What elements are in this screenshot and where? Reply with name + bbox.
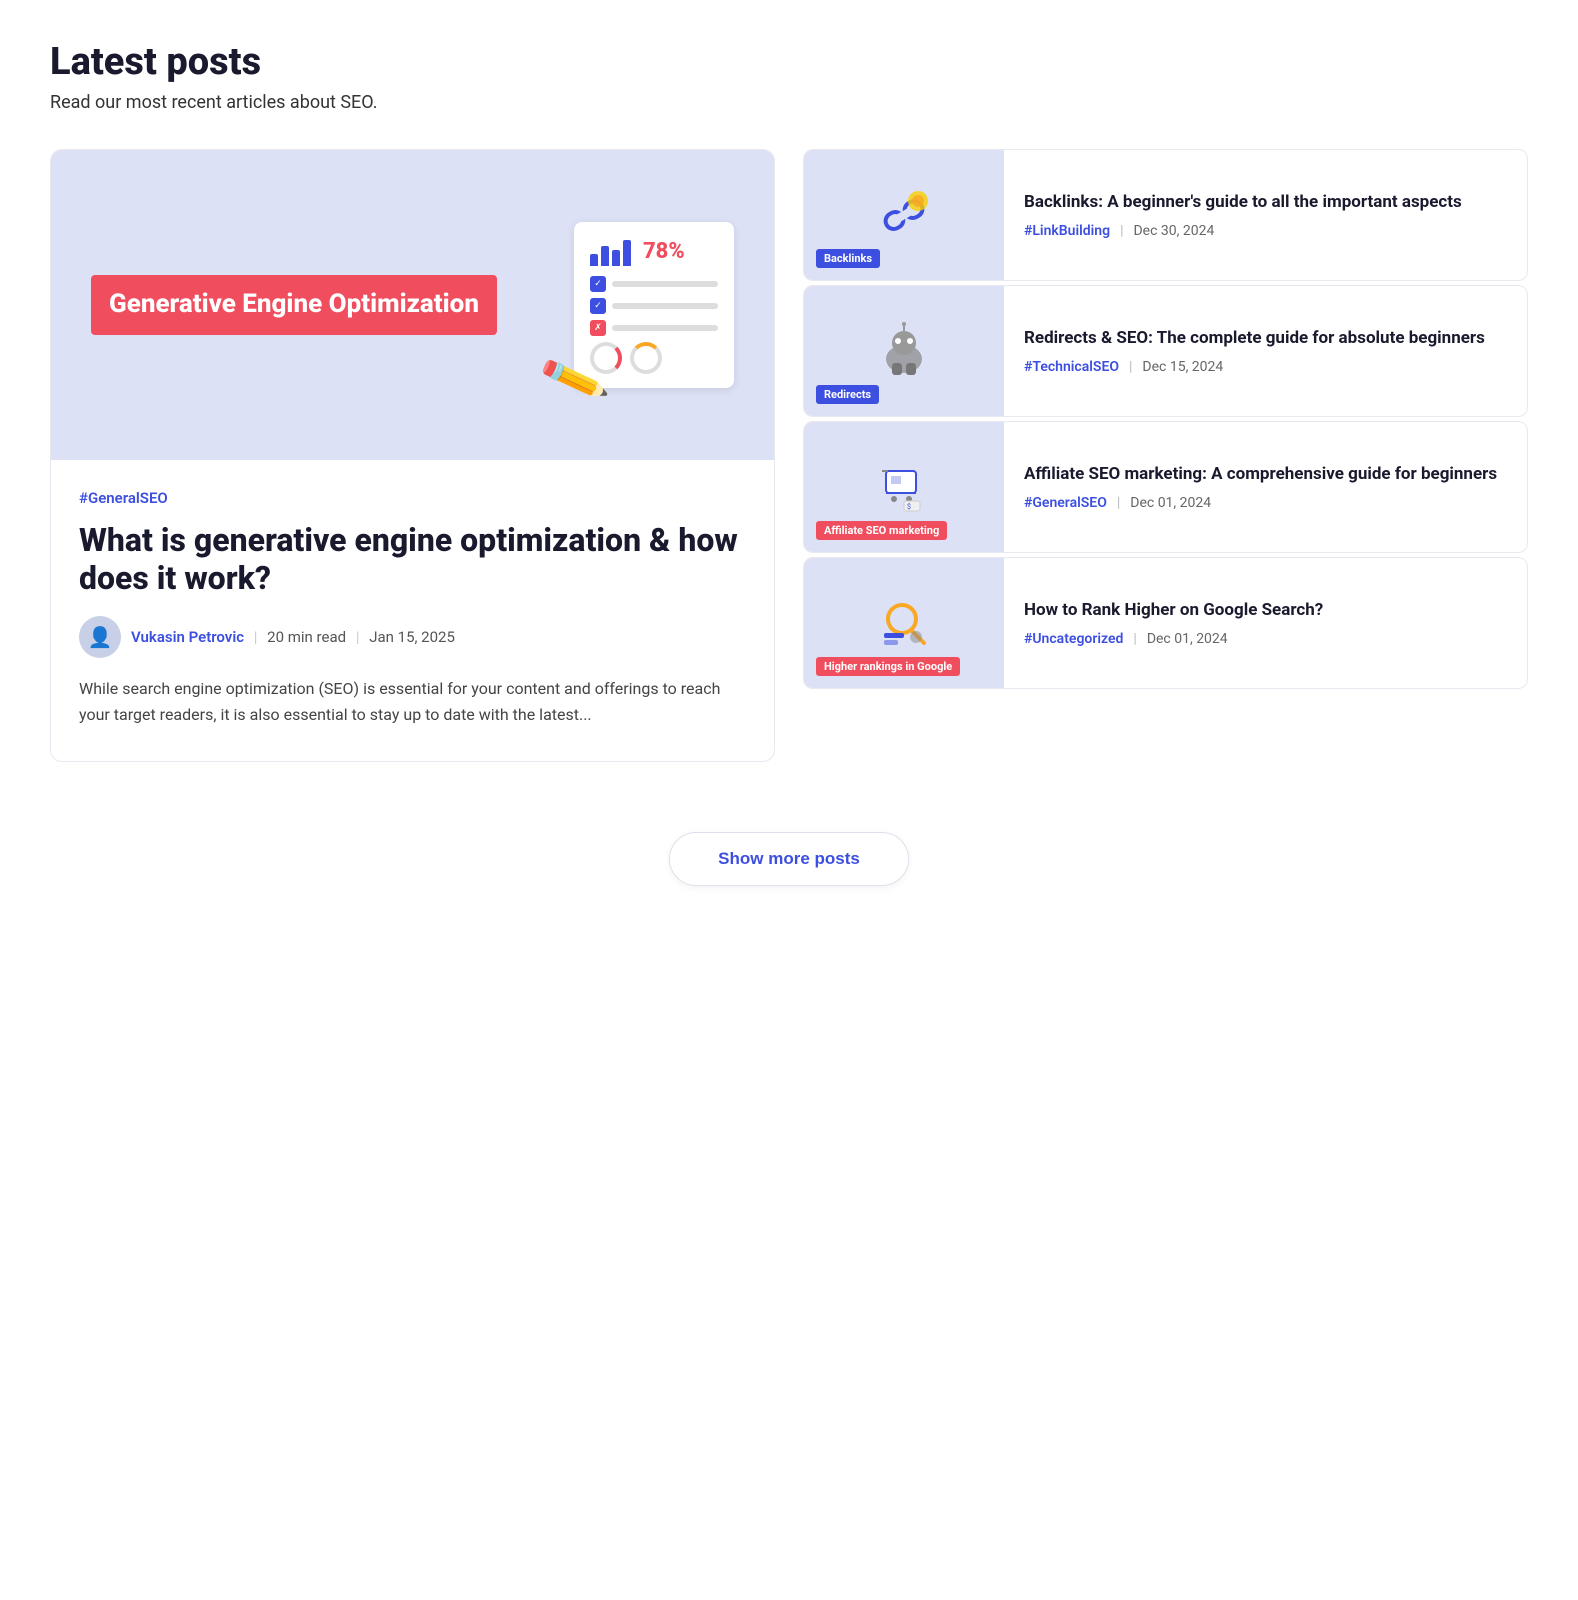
side-post-thumb: Higher rankings in Google	[804, 558, 1004, 688]
side-post-tag[interactable]: #LinkBuilding	[1024, 223, 1110, 239]
side-post-meta: #GeneralSEO | Dec 01, 2024	[1024, 495, 1507, 511]
featured-post-content: #GeneralSEO What is generative engine op…	[51, 460, 774, 761]
author-link[interactable]: Vukasin Petrovic	[131, 628, 244, 646]
thumb-label: Higher rankings in Google	[816, 657, 960, 676]
side-post-meta: #TechnicalSEO | Dec 15, 2024	[1024, 359, 1507, 375]
posts-grid: Generative Engine Optimization 78%	[50, 149, 1528, 762]
side-post-date: Dec 01, 2024	[1130, 495, 1211, 511]
read-time: 20 min read	[267, 628, 346, 646]
side-post-thumb: Redirects	[804, 286, 1004, 416]
side-post-thumb: Backlinks	[804, 150, 1004, 280]
side-post-title: Affiliate SEO marketing: A comprehensive…	[1024, 463, 1507, 486]
show-more-button[interactable]: Show more posts	[669, 832, 909, 886]
featured-image-label: Generative Engine Optimization	[91, 275, 497, 334]
author-avatar: 👤	[79, 616, 121, 658]
side-post-date: Dec 30, 2024	[1133, 223, 1214, 239]
post-date: Jan 15, 2025	[369, 628, 455, 646]
post-excerpt: While search engine optimization (SEO) i…	[79, 676, 746, 729]
side-post-title: How to Rank Higher on Google Search?	[1024, 599, 1507, 622]
side-post-tag[interactable]: #TechnicalSEO	[1024, 359, 1119, 375]
page-subtitle: Read our most recent articles about SEO.	[50, 92, 1528, 113]
side-post-content: Affiliate SEO marketing: A comprehensive…	[1004, 422, 1527, 552]
side-post-date: Dec 15, 2024	[1142, 359, 1223, 375]
svg-text:$: $	[907, 503, 911, 511]
side-post-title: Backlinks: A beginner's guide to all the…	[1024, 191, 1507, 214]
side-post-content: How to Rank Higher on Google Search? #Un…	[1004, 558, 1527, 688]
side-post-item: Backlinks Backlinks: A beginner's guide …	[803, 149, 1528, 281]
side-post-content: Redirects & SEO: The complete guide for …	[1004, 286, 1527, 416]
side-post-tag[interactable]: #Uncategorized	[1024, 631, 1123, 647]
side-post-title: Redirects & SEO: The complete guide for …	[1024, 327, 1507, 350]
thumb-label: Backlinks	[816, 249, 880, 268]
show-more-container: Show more posts	[50, 812, 1528, 906]
side-post-thumb: $ Affiliate SEO marketing	[804, 422, 1004, 552]
side-post-item: Redirects Redirects & SEO: The complete …	[803, 285, 1528, 417]
featured-post: Generative Engine Optimization 78%	[50, 149, 775, 762]
side-post-content: Backlinks: A beginner's guide to all the…	[1004, 150, 1527, 280]
thumb-label: Redirects	[816, 385, 879, 404]
featured-post-tag[interactable]: #GeneralSEO	[79, 489, 168, 507]
thumb-label: Affiliate SEO marketing	[816, 521, 947, 540]
side-post-meta: #Uncategorized | Dec 01, 2024	[1024, 631, 1507, 647]
side-post-item: $ Affiliate SEO marketing Affiliate SEO …	[803, 421, 1528, 553]
side-posts-list: Backlinks Backlinks: A beginner's guide …	[803, 149, 1528, 762]
featured-post-image: Generative Engine Optimization 78%	[51, 150, 774, 460]
side-post-date: Dec 01, 2024	[1147, 631, 1228, 647]
featured-post-title: What is generative engine optimization &…	[79, 521, 746, 598]
page-header: Latest posts Read our most recent articl…	[50, 40, 1528, 113]
side-post-tag[interactable]: #GeneralSEO	[1024, 495, 1107, 511]
side-post-item: Higher rankings in Google How to Rank Hi…	[803, 557, 1528, 689]
author-row: 👤 Vukasin Petrovic | 20 min read | Jan 1…	[79, 616, 746, 658]
side-post-meta: #LinkBuilding | Dec 30, 2024	[1024, 223, 1507, 239]
page-title: Latest posts	[50, 40, 1528, 84]
author-meta: Vukasin Petrovic | 20 min read | Jan 15,…	[131, 628, 455, 646]
